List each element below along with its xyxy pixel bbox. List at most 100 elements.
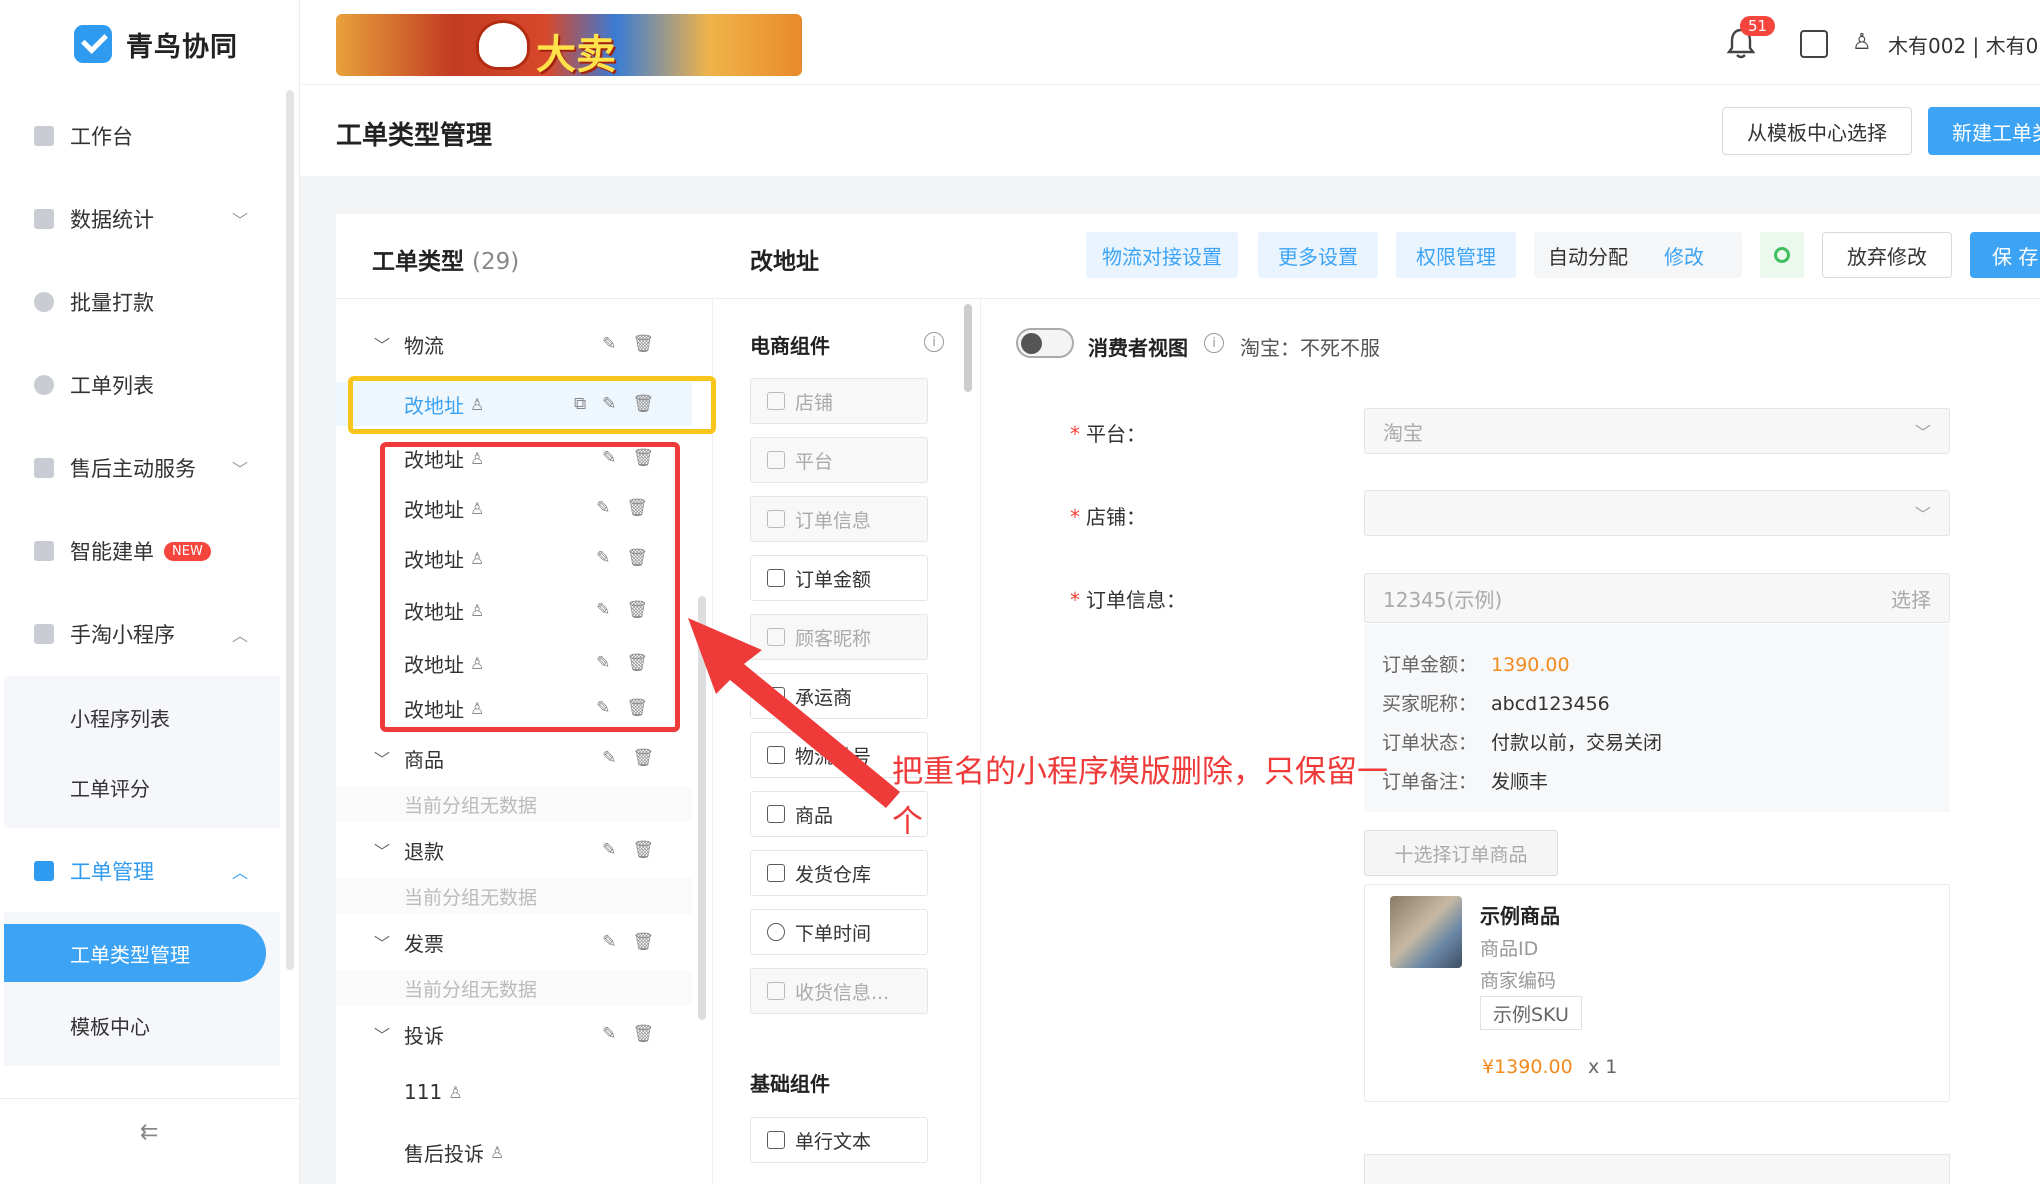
component-label: 顾客昵称 <box>795 627 872 650</box>
component-order-amount[interactable]: 订单金额 <box>750 555 928 601</box>
more-settings-button[interactable]: 更多设置 <box>1258 232 1378 278</box>
sidebar-item-mini-program-list[interactable]: 小程序列表 <box>4 688 280 746</box>
next-field-box[interactable] <box>1364 1154 1950 1184</box>
coin-icon <box>34 292 54 312</box>
ticket-types-heading: 工单类型 (29) <box>372 242 519 276</box>
component-carrier[interactable]: 承运商 <box>750 673 928 719</box>
tree-group-logistics[interactable]: ﹀ 物流 ✎ 🗑 <box>336 322 692 366</box>
component-single-line-text[interactable]: 单行文本 <box>750 1117 928 1163</box>
goods-merchant-code-label: 商家编码 <box>1480 970 1557 992</box>
sidebar-item-template-center[interactable]: 模板中心 <box>4 996 280 1054</box>
sidebar-item-label: 数据统计 <box>70 208 154 232</box>
logo-check-icon <box>74 25 112 63</box>
yellow-highlight-box <box>348 376 716 434</box>
trash-icon[interactable]: 🗑 <box>632 932 654 952</box>
tree-group-goods[interactable]: ﹀ 商品 ✎ 🗑 <box>336 736 692 780</box>
component-warehouse[interactable]: 发货仓库 <box>750 850 928 896</box>
auto-assign-label: 自动分配 <box>1548 244 1628 269</box>
tree-group-refund[interactable]: ﹀ 退款 ✎ 🗑 <box>336 828 692 872</box>
order-info-input[interactable]: 12345(示例) 选择 <box>1364 573 1950 623</box>
edit-icon[interactable]: ✎ <box>602 932 616 952</box>
component-label: 下单时间 <box>795 922 872 945</box>
sidebar-item-workbench[interactable]: 工作台 <box>0 106 282 166</box>
person-icon <box>767 628 785 646</box>
edit-icon[interactable]: ✎ <box>602 748 616 768</box>
tree-group-invoice[interactable]: ﹀ 发票 ✎ 🗑 <box>336 920 692 964</box>
location-button[interactable] <box>1760 232 1804 278</box>
sidebar-item-ticket-mgmt[interactable]: 工单管理 ︿ <box>0 841 282 901</box>
order-choose-link[interactable]: 选择 <box>1891 584 1931 613</box>
logistics-settings-button[interactable]: 物流对接设置 <box>1086 232 1238 278</box>
info-icon[interactable]: i <box>1204 333 1224 353</box>
component-customer-nickname[interactable]: 顾客昵称 <box>750 614 928 660</box>
components-scrollbar[interactable] <box>964 304 972 392</box>
shop-label: * 店铺： <box>1070 501 1146 530</box>
sidebar-item-ticket-list[interactable]: 工单列表 <box>0 355 282 415</box>
shop-label-text: 店铺： <box>1086 505 1146 529</box>
lucky-cat-image <box>476 20 530 70</box>
order-amount-label: 订单金额： <box>1382 654 1478 676</box>
sidebar-item-after-sale[interactable]: 售后主动服务 ﹀ <box>0 438 282 498</box>
sidebar-item-statistics[interactable]: 数据统计 ﹀ <box>0 189 282 249</box>
order-status-label: 订单状态： <box>1382 732 1478 754</box>
shop-select[interactable]: ﹀ <box>1364 490 1950 536</box>
order-remark-value: 发顺丰 <box>1491 771 1549 793</box>
ticket-types-title: 工单类型 <box>372 249 464 275</box>
order-remark-row: 订单备注： 发顺丰 <box>1382 767 1548 794</box>
tree-group-complaint[interactable]: ﹀ 投诉 ✎ 🗑 <box>336 1012 692 1056</box>
component-platform[interactable]: 平台 <box>750 437 928 483</box>
edit-icon[interactable]: ✎ <box>602 334 616 354</box>
collapse-menu-icon[interactable]: ⇇ <box>140 1120 158 1145</box>
permission-button[interactable]: 权限管理 <box>1396 232 1516 278</box>
edit-document-icon <box>34 861 54 881</box>
red-highlight-box <box>380 442 680 732</box>
discard-changes-button[interactable]: 放弃修改 <box>1822 232 1952 278</box>
promo-banner[interactable]: 大卖 <box>336 14 802 76</box>
edit-icon[interactable]: ✎ <box>602 1024 616 1044</box>
truck-icon <box>767 687 785 705</box>
trash-icon[interactable]: 🗑 <box>632 840 654 860</box>
sidebar-item-batch-pay[interactable]: 批量打款 <box>0 272 282 332</box>
sidebar-scrollbar[interactable] <box>286 90 294 970</box>
grid-icon <box>767 451 785 469</box>
clipboard-icon <box>34 624 54 644</box>
component-shop[interactable]: 店铺 <box>750 378 928 424</box>
platform-select[interactable]: 淘宝 ﹀ <box>1364 408 1950 454</box>
tree-item-complaint-111[interactable]: 111 ♙ <box>336 1070 692 1114</box>
user-account[interactable]: 木有002 | 木有0 <box>1888 30 2038 59</box>
component-order-info[interactable]: 订单信息 <box>750 496 928 542</box>
component-receiving-info[interactable]: 收货信息... <box>750 968 928 1014</box>
select-order-goods-button[interactable]: 十选择订单商品 <box>1364 830 1558 876</box>
new-ticket-type-button[interactable]: 新建工单类 <box>1928 107 2040 155</box>
trash-icon[interactable]: 🗑 <box>632 334 654 354</box>
tree-scrollbar[interactable] <box>698 596 706 1020</box>
new-badge: NEW <box>164 541 211 561</box>
auto-assign-edit-link[interactable]: 修改 <box>1664 241 1704 270</box>
home-icon <box>767 864 785 882</box>
annotation-text-continued: 个 <box>892 804 923 840</box>
sidebar-item-label: 智能建单 <box>70 540 154 564</box>
consumer-view-toggle[interactable] <box>1016 328 1074 358</box>
document-icon <box>34 541 54 561</box>
required-asterisk: * <box>1070 588 1080 612</box>
tree-item-after-sale-complaint[interactable]: 售后投诉 ♙ <box>336 1130 692 1174</box>
sidebar-item-mini-program[interactable]: 手淘小程序 ︿ <box>0 604 282 664</box>
sidebar-item-label: 手淘小程序 <box>70 623 175 647</box>
auto-assign-box: 自动分配 修改 <box>1534 232 1742 278</box>
sidebar-item-ticket-rating[interactable]: 工单评分 <box>4 758 280 816</box>
save-button[interactable]: 保 存 <box>1970 232 2040 278</box>
sidebar-item-smart-create[interactable]: 智能建单 NEW <box>0 521 282 581</box>
info-icon[interactable]: i <box>924 332 944 352</box>
sidebar-item-label: 小程序列表 <box>70 706 170 731</box>
sidebar-item-ticket-type-mgmt[interactable]: 工单类型管理 <box>4 924 266 982</box>
document-settings-icon[interactable] <box>1800 30 1828 58</box>
trash-icon[interactable]: 🗑 <box>632 748 654 768</box>
choose-from-template-button[interactable]: 从模板中心选择 <box>1722 107 1912 155</box>
trash-icon[interactable]: 🗑 <box>632 1024 654 1044</box>
edit-icon[interactable]: ✎ <box>602 840 616 860</box>
component-order-time[interactable]: 下单时间 <box>750 909 928 955</box>
buyer-nickname-value: abcd123456 <box>1491 693 1610 715</box>
chevron-down-icon: ﹀ <box>231 211 248 230</box>
app-logo[interactable]: 青鸟协同 <box>74 24 238 64</box>
group-actions: ✎ 🗑 <box>602 840 654 860</box>
